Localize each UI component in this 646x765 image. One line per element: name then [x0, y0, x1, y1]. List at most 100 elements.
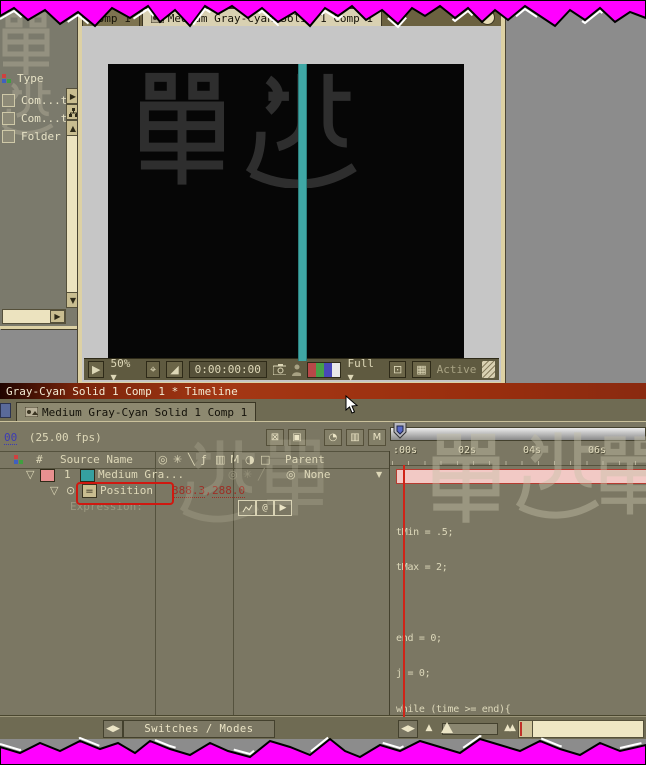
- window-gadget-icon: [0, 403, 11, 418]
- comp-family-icon[interactable]: ⊠: [266, 429, 284, 446]
- alpha-channel-icon[interactable]: [332, 362, 341, 377]
- scroll-right-icon[interactable]: ▶: [50, 310, 65, 323]
- expander-icon[interactable]: ▽: [50, 484, 58, 497]
- label-swatch-icon: [14, 455, 23, 464]
- enable-motion-blur-icon[interactable]: M: [368, 429, 386, 446]
- red-channel-icon[interactable]: [308, 362, 317, 377]
- adjustment-column-icon: ◑: [245, 453, 255, 466]
- layer-index: 1: [64, 468, 71, 481]
- current-time-field[interactable]: 00 (25.00 fps): [4, 431, 102, 445]
- chevron-down-icon[interactable]: ▼: [376, 470, 382, 479]
- timeline-graph-area: :00s 02s 04s 06s tMin = .5; tMax = 2; en…: [390, 423, 646, 717]
- parent-value[interactable]: None: [304, 468, 331, 481]
- safe-zones-icon[interactable]: ⌖: [145, 361, 161, 378]
- hscroll-track[interactable]: [532, 720, 644, 738]
- graph-pager-icon[interactable]: ◀▶: [398, 720, 418, 738]
- type-column-header[interactable]: Type: [2, 72, 44, 85]
- project-panel: Type Com...t Com...t Folder ▶ ▲ ▼ ▶: [0, 0, 85, 329]
- solid-layer-icon: [80, 469, 95, 482]
- comp-icon: [150, 13, 164, 23]
- collapse-switch-icon[interactable]: ✳: [243, 468, 252, 481]
- viewer-tab-bar: Comp 1 Medium Gray-Cyan Solid 1 Comp 1: [82, 8, 501, 26]
- snapshot-camera-icon[interactable]: [272, 364, 287, 375]
- expression-row[interactable]: Expression: @ ▶: [0, 499, 390, 516]
- position-x-value[interactable]: 388.3: [172, 484, 206, 498]
- expression-pickwhip-icon[interactable]: @: [256, 500, 274, 516]
- quality-switch-icon[interactable]: ◎: [228, 468, 238, 481]
- show-channel-icon[interactable]: [292, 364, 302, 376]
- panel-pager-icon[interactable]: ◀▶: [103, 720, 123, 738]
- layer-name[interactable]: Medium Gra...: [98, 468, 184, 481]
- type-swatch-icon: [2, 73, 11, 83]
- layer-color-swatch[interactable]: [40, 469, 55, 482]
- mask-visibility-icon[interactable]: ◢: [166, 361, 183, 378]
- project-item-folder[interactable]: Folder: [2, 130, 61, 143]
- frame-blend-column-icon: ▥: [215, 453, 226, 466]
- current-time-line[interactable]: [403, 465, 405, 717]
- expander-icon[interactable]: ▽: [26, 468, 34, 481]
- position-property-row[interactable]: ▽ ⊙ = Position 388.3 , 288.0: [0, 483, 390, 499]
- cyan-solid-layer[interactable]: [298, 64, 307, 361]
- column-source-name[interactable]: Source Name: [60, 453, 133, 466]
- timeline-title-bar[interactable]: Gray-Cyan Solid 1 Comp 1 * Timeline: [0, 383, 646, 399]
- blue-channel-icon[interactable]: [324, 362, 333, 377]
- 3d-column-icon: □: [260, 453, 271, 466]
- project-panel-hscrollbar[interactable]: ▶: [2, 309, 66, 324]
- zoom-slider-thumb[interactable]: [441, 722, 453, 733]
- position-y-value[interactable]: 288.0: [212, 484, 246, 498]
- hscroll-thumb[interactable]: [518, 720, 533, 738]
- zoom-out-icon[interactable]: ▲: [419, 720, 439, 736]
- comp-thumbnail-icon: [2, 112, 15, 125]
- composition-viewer-window: Comp 1 Medium Gray-Cyan Solid 1 Comp 1 ▶…: [78, 8, 505, 386]
- annotation-highlight-box: [76, 482, 174, 505]
- timeline-tab-comp[interactable]: Medium Gray-Cyan Solid 1 Comp 1: [16, 402, 257, 421]
- layer-row[interactable]: ▽ 1 Medium Gra... ◎ ✳ ╱ ◎ None ▼: [0, 467, 390, 483]
- parent-pickwhip-icon[interactable]: ◎: [286, 468, 296, 481]
- tab-label: Medium Gray-Cyan Solid 1 Comp 1: [167, 11, 374, 25]
- enable-shy-icon[interactable]: ◔: [324, 429, 342, 446]
- motion-blur-column-icon: M: [230, 453, 240, 466]
- tab-medium-gray-cyan-comp[interactable]: Medium Gray-Cyan Solid 1 Comp 1: [141, 8, 383, 26]
- palette-well-icon[interactable]: [480, 10, 495, 25]
- project-item-comp-2[interactable]: Com...t: [2, 112, 67, 125]
- screenshot-stage: Type Com...t Com...t Folder ▶ ▲ ▼ ▶ Comp…: [0, 0, 646, 765]
- comp-flowchart-icon[interactable]: ▣: [288, 429, 306, 446]
- comp-icon: [25, 407, 38, 417]
- composition-canvas[interactable]: [108, 64, 464, 361]
- layer-duration-bar[interactable]: [396, 469, 646, 484]
- best-quality-icon[interactable]: ╱: [258, 468, 265, 481]
- tab-label: Comp 1: [91, 11, 131, 25]
- current-time-indicator[interactable]: [392, 423, 410, 443]
- active-camera-label[interactable]: Active: [437, 363, 477, 376]
- expression-language-menu-icon[interactable]: ▶: [274, 500, 292, 516]
- chevron-down-icon: ▼: [347, 372, 354, 382]
- timeline-tab-bar: Medium Gray-Cyan Solid 1 Comp 1: [0, 399, 646, 422]
- channel-swatches[interactable]: [307, 361, 342, 378]
- stopwatch-icon[interactable]: ⊙: [66, 484, 75, 497]
- time-value[interactable]: 00: [4, 431, 18, 445]
- column-number[interactable]: #: [36, 453, 43, 466]
- region-of-interest-icon[interactable]: ⊡: [388, 361, 407, 378]
- enable-frame-blend-icon[interactable]: ▥: [346, 429, 364, 446]
- project-item-comp-1[interactable]: Com...t: [2, 94, 67, 107]
- project-item-label: Com...t: [21, 112, 68, 125]
- chevron-down-icon: ▼: [110, 372, 117, 382]
- expression-graph-icon[interactable]: [238, 500, 256, 516]
- tab-comp-1[interactable]: Comp 1: [82, 8, 140, 26]
- expression-code[interactable]: tMin = .5; tMax = 2; end = 0; j = 0; whi…: [396, 503, 646, 717]
- play-button[interactable]: ▶: [88, 361, 105, 378]
- switches-modes-button[interactable]: Switches / Modes: [123, 720, 275, 738]
- transparency-grid-icon[interactable]: ▦: [412, 361, 431, 378]
- zoom-in-icon[interactable]: ▲▲: [498, 720, 520, 736]
- resize-grip[interactable]: [482, 361, 496, 378]
- green-channel-icon[interactable]: [316, 362, 325, 377]
- resolution-select[interactable]: Full ▼: [347, 357, 383, 383]
- quality-column-icon: ╲: [188, 453, 195, 466]
- collapse-column-icon: ✳: [173, 453, 183, 466]
- current-time-display[interactable]: 0:00:00:00: [188, 361, 267, 378]
- time-ruler[interactable]: :00s 02s 04s 06s: [390, 439, 646, 466]
- column-parent[interactable]: Parent: [285, 453, 325, 466]
- magnification-select[interactable]: 50% ▼: [110, 357, 140, 383]
- timeline-zoom-slider[interactable]: [441, 722, 498, 735]
- viewer-status-bar: ▶ 50% ▼ ⌖ ◢ 0:00:00:00 Full ▼ ⊡ ▦ Active: [84, 357, 499, 383]
